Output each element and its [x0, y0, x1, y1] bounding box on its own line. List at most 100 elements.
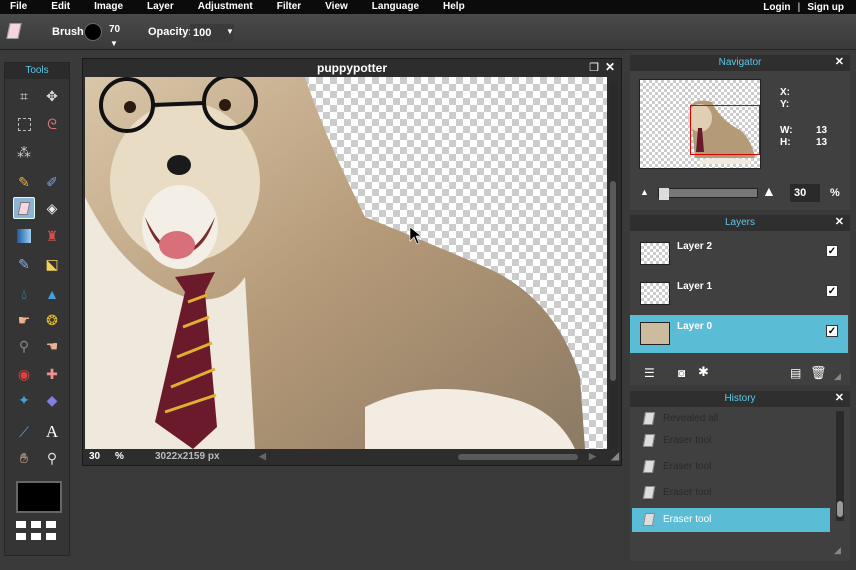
history-close-icon[interactable]: ✕: [835, 391, 844, 404]
horizontal-scroll-thumb[interactable]: [458, 454, 578, 460]
layer-settings-icon[interactable]: ☰: [644, 366, 655, 380]
nav-x-label: X:: [780, 87, 790, 98]
menu-image[interactable]: Image: [84, 0, 123, 14]
close-icon[interactable]: ✕: [605, 60, 615, 74]
history-item-label: Eraser tool: [663, 435, 712, 446]
menu-view[interactable]: View: [315, 0, 348, 14]
opacity-dropdown-icon[interactable]: ▼: [226, 27, 234, 36]
login-link[interactable]: Login: [763, 2, 790, 13]
zoom-slider[interactable]: [658, 188, 758, 200]
restore-icon[interactable]: ❐: [589, 61, 599, 74]
zoom-slider-thumb[interactable]: [659, 188, 669, 200]
layer-visibility-checkbox[interactable]: ✓: [826, 245, 838, 257]
history-item-selected[interactable]: Eraser tool: [632, 508, 830, 532]
magic-wand-icon[interactable]: ⁂: [13, 141, 35, 163]
history-scrollbar[interactable]: [836, 411, 844, 521]
color-picker-icon[interactable]: ⟋: [13, 421, 35, 443]
bucket-tool-icon[interactable]: ◈: [41, 197, 63, 219]
nav-h-label: H:: [780, 137, 791, 148]
menu-layer[interactable]: Layer: [137, 0, 174, 14]
layer-name: Layer 2: [677, 241, 713, 252]
burn-tool-icon[interactable]: ☚: [41, 335, 63, 357]
delete-layer-icon[interactable]: 🗑︎: [810, 365, 827, 381]
blur-tool-icon[interactable]: 💧︎: [13, 283, 35, 305]
history-resize-icon[interactable]: ◢: [834, 545, 841, 556]
marquee-tool-icon[interactable]: [13, 113, 35, 135]
scroll-left-icon[interactable]: ◀: [259, 451, 266, 462]
account-links: Login | Sign up: [763, 0, 844, 14]
eraser-icon: [642, 460, 656, 473]
clone-stamp-icon[interactable]: ♜: [41, 225, 63, 247]
eraser-tool-icon[interactable]: [13, 197, 35, 219]
menu-filter[interactable]: Filter: [267, 0, 301, 14]
eraser-tool-icon: [6, 23, 22, 39]
view-grid-icon[interactable]: [16, 521, 26, 528]
color-replace-icon[interactable]: ✎: [13, 253, 35, 275]
menu-file[interactable]: File: [0, 0, 27, 14]
brush-tool-icon[interactable]: ✐: [41, 171, 63, 193]
layers-title: Layers: [630, 215, 850, 231]
puppy-image: [85, 77, 585, 449]
image-canvas[interactable]: [85, 77, 607, 449]
sponge-tool-icon[interactable]: ❂: [41, 309, 63, 331]
gradient-tool-icon[interactable]: [13, 225, 35, 247]
zoom-value[interactable]: 30: [89, 451, 100, 462]
nav-zoom-unit: %: [830, 187, 840, 199]
crop-tool-icon[interactable]: ⌗: [13, 85, 35, 107]
layer-mask-icon[interactable]: ◙: [678, 366, 685, 380]
navigator-view-rect[interactable]: [690, 105, 760, 155]
menu-adjustment[interactable]: Adjustment: [188, 0, 253, 14]
bloat-tool-icon[interactable]: ✦: [13, 389, 35, 411]
pencil-tool-icon[interactable]: ✎: [13, 171, 35, 193]
history-item[interactable]: Revealed all: [632, 407, 830, 431]
zoom-unit: %: [115, 451, 124, 462]
lasso-tool-icon[interactable]: ᘓ: [41, 113, 63, 135]
layer-style-icon[interactable]: ✱: [698, 364, 709, 380]
history-scroll-thumb[interactable]: [837, 501, 843, 517]
menu-language[interactable]: Language: [362, 0, 419, 14]
pinch-tool-icon[interactable]: ◆: [41, 389, 63, 411]
navigator-close-icon[interactable]: ✕: [835, 55, 844, 68]
view-grid-cell: [46, 533, 56, 540]
resize-grip-icon[interactable]: ◢: [611, 451, 619, 462]
spot-heal-icon[interactable]: ✚: [41, 363, 63, 385]
smudge-tool-icon[interactable]: ☛: [13, 309, 35, 331]
brush-dropdown-icon[interactable]: ▼: [110, 39, 118, 48]
type-tool-icon[interactable]: A: [41, 421, 63, 443]
layer-row[interactable]: Layer 2 ✓: [630, 235, 848, 273]
new-layer-icon[interactable]: ▤: [790, 366, 801, 380]
menu-help[interactable]: Help: [433, 0, 465, 14]
navigator-thumbnail[interactable]: [639, 79, 761, 169]
layer-visibility-checkbox[interactable]: ✓: [826, 285, 838, 297]
drawing-tool-icon[interactable]: ⬕: [41, 253, 63, 275]
options-bar: Brush: 70 ▼ Opacity: 100 ▼: [0, 14, 856, 50]
app-window: File Edit Image Layer Adjustment Filter …: [0, 0, 856, 570]
layers-close-icon[interactable]: ✕: [835, 215, 844, 228]
history-item[interactable]: Eraser tool: [632, 429, 830, 453]
dodge-tool-icon[interactable]: ⚲: [13, 335, 35, 357]
layer-row[interactable]: Layer 1 ✓: [630, 275, 848, 313]
brush-preview[interactable]: [84, 23, 102, 41]
move-tool-icon[interactable]: ✥: [41, 85, 63, 107]
history-item[interactable]: Eraser tool: [632, 455, 830, 479]
layer-visibility-checkbox[interactable]: ✓: [826, 325, 838, 337]
foreground-color-swatch[interactable]: [16, 481, 62, 513]
vertical-scrollbar[interactable]: [609, 81, 617, 451]
eraser-icon: [642, 513, 656, 526]
vertical-scroll-thumb[interactable]: [610, 181, 616, 381]
zoom-in-icon[interactable]: ▲: [762, 183, 776, 199]
menu-edit[interactable]: Edit: [41, 0, 70, 14]
view-grid-cell: [31, 533, 41, 540]
image-dimensions: 3022x2159 px: [155, 451, 220, 462]
history-item[interactable]: Eraser tool: [632, 481, 830, 505]
hand-tool-icon[interactable]: ✋︎: [13, 447, 35, 469]
sharpen-tool-icon[interactable]: ▲: [41, 283, 63, 305]
zoom-tool-icon[interactable]: ⚲: [41, 447, 63, 469]
zoom-out-icon[interactable]: ▲: [640, 187, 649, 197]
red-eye-tool-icon[interactable]: ◉: [13, 363, 35, 385]
nav-zoom-input[interactable]: 30: [790, 184, 820, 202]
scroll-right-icon[interactable]: ▶: [589, 451, 596, 462]
layers-resize-icon[interactable]: ◢: [834, 371, 841, 382]
signup-link[interactable]: Sign up: [807, 2, 844, 13]
layer-row-selected[interactable]: Layer 0 ✓: [630, 315, 848, 353]
